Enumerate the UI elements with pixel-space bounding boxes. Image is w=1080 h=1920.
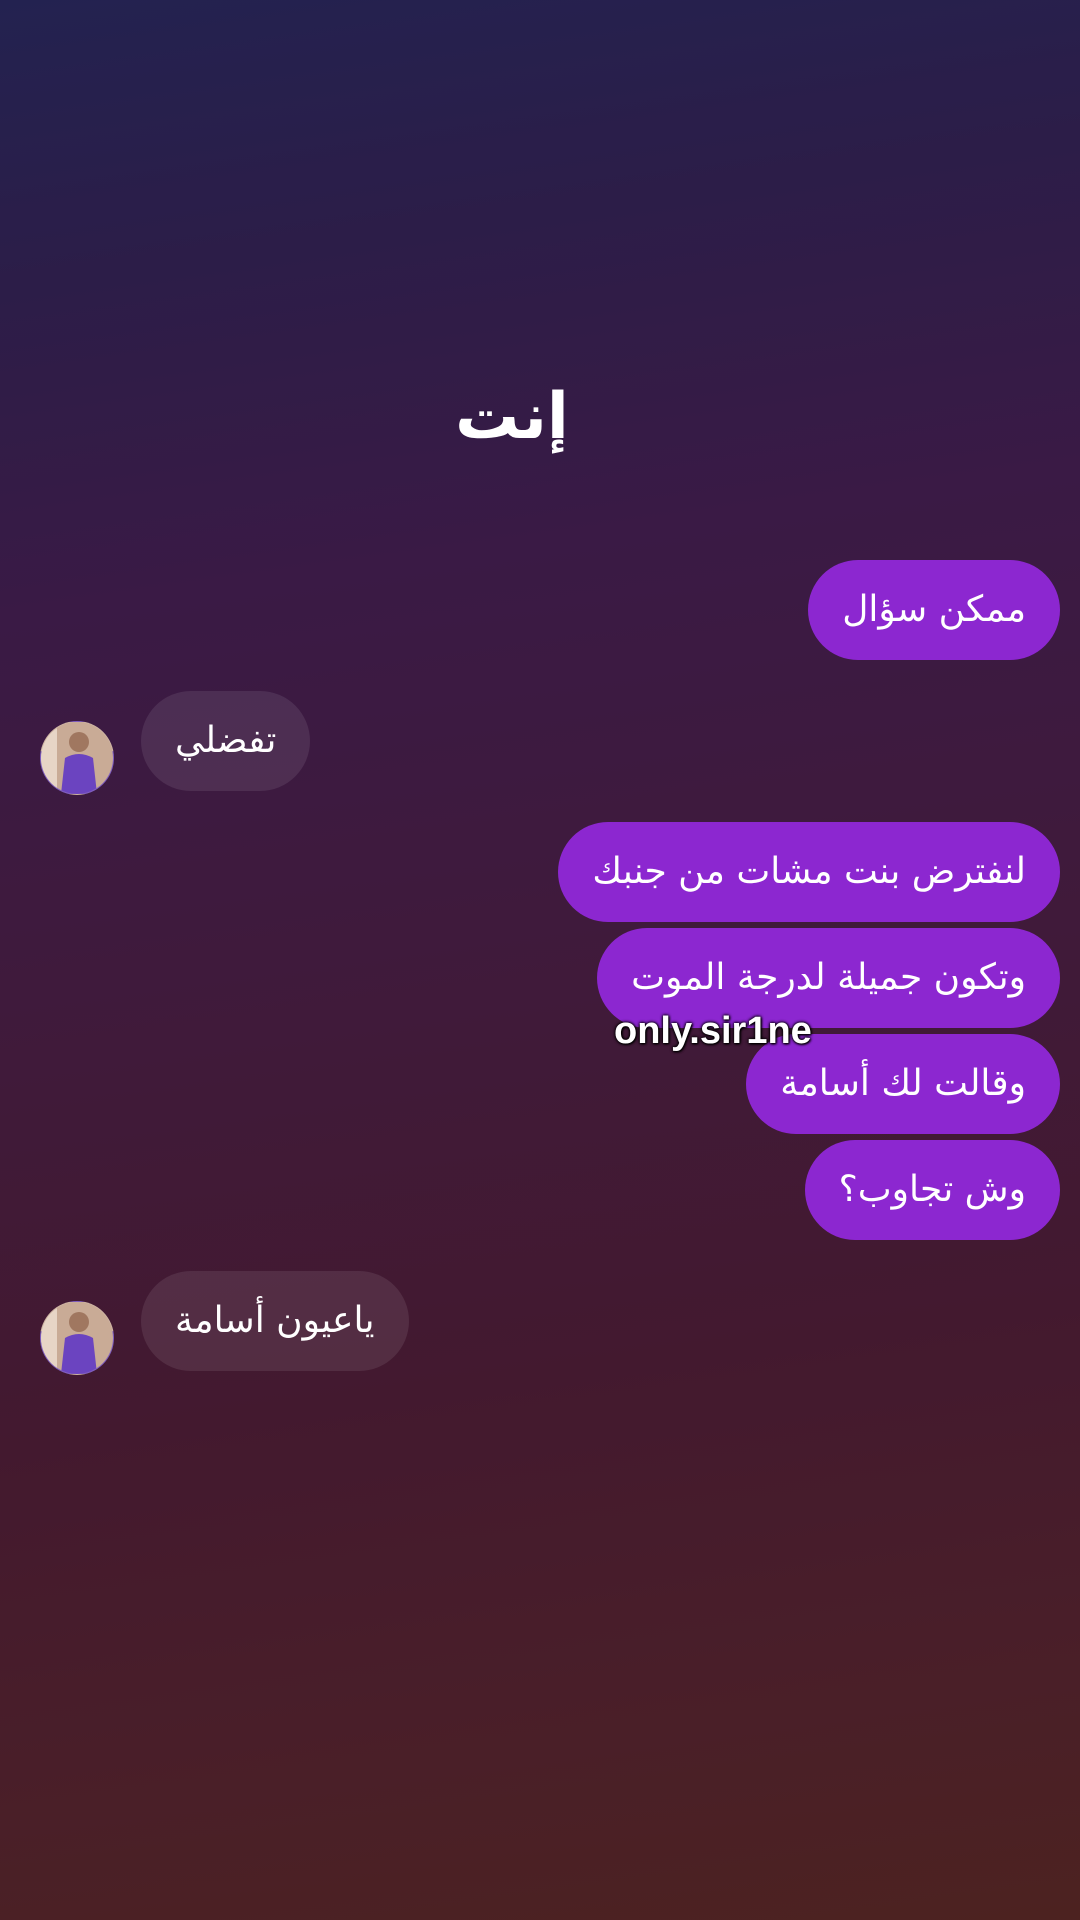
outgoing-message[interactable]: وش تجاوب؟ <box>804 1140 1060 1240</box>
watermark-text: only.sir1ne <box>614 1010 812 1052</box>
avatar-photo-icon <box>41 722 113 794</box>
contact-avatar[interactable] <box>40 721 114 795</box>
chat-title: إنت <box>455 380 569 454</box>
outgoing-message[interactable]: ممكن سؤال <box>808 560 1060 660</box>
incoming-message[interactable]: تفضلي <box>141 691 311 791</box>
outgoing-message[interactable]: لنفترض بنت مشات من جنبك <box>558 822 1060 922</box>
contact-avatar[interactable] <box>40 1301 114 1375</box>
avatar-photo-icon <box>41 1302 113 1374</box>
incoming-message[interactable]: ياعيون أسامة <box>141 1271 409 1371</box>
